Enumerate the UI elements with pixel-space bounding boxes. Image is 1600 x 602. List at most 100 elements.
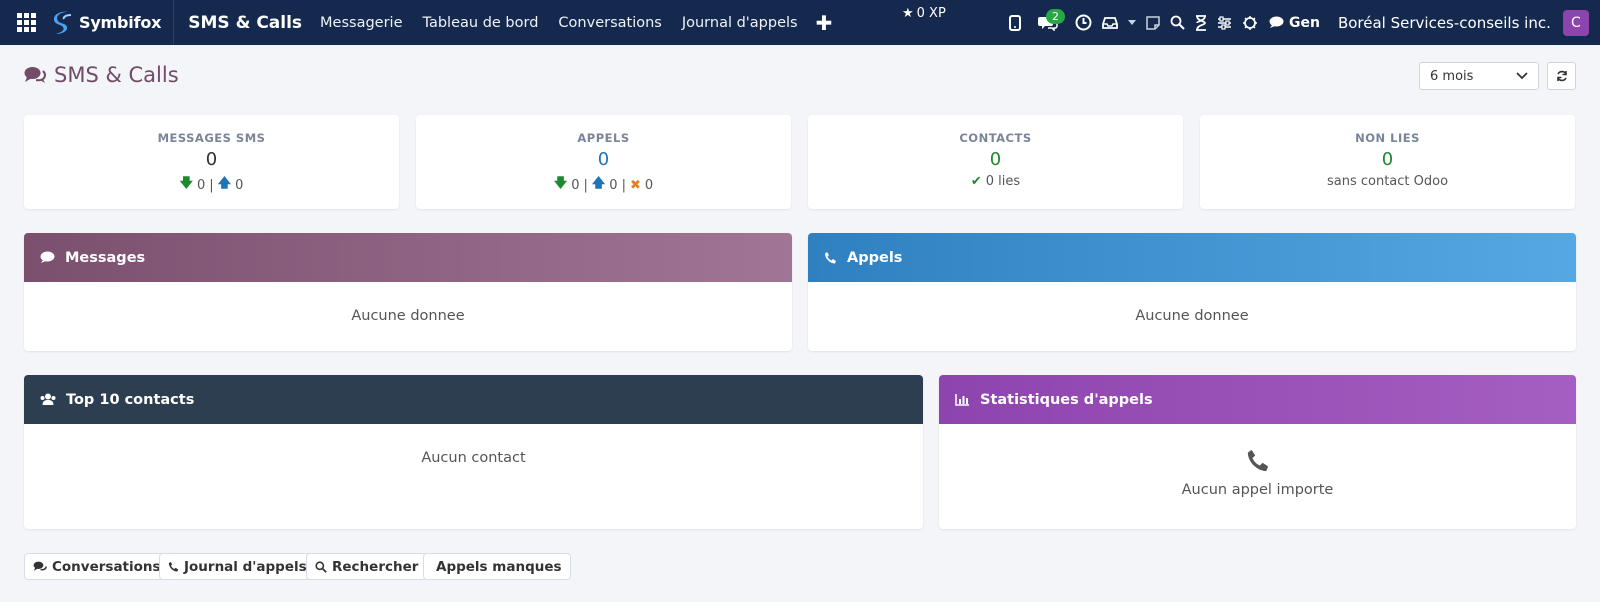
- calls-out-count: 0: [609, 177, 618, 193]
- arrow-up-icon: 🡅: [217, 176, 232, 191]
- comments-icon: [24, 67, 46, 83]
- xp-value: 0 XP: [916, 6, 946, 21]
- stat-value: 0: [989, 149, 1002, 170]
- chat-icon[interactable]: 2: [1031, 0, 1065, 45]
- stat-label: CONTACTS: [959, 131, 1032, 145]
- journal-appels-button[interactable]: Journal d'appels: [159, 553, 316, 580]
- arrow-down-icon: 🡇: [179, 176, 194, 191]
- chevron-down-icon: [1516, 72, 1528, 80]
- search-icon[interactable]: [1170, 0, 1185, 45]
- calls-in-count: 0: [571, 177, 580, 193]
- messages-panel: Messages Aucune donnee: [24, 233, 792, 351]
- bug-icon[interactable]: [1242, 0, 1258, 45]
- inbox-icon[interactable]: [1102, 0, 1118, 45]
- hourglass-icon[interactable]: [1195, 0, 1207, 45]
- messages-empty-text: Aucune donnee: [351, 308, 465, 324]
- menu-conversations[interactable]: Conversations: [558, 15, 661, 31]
- stat-card-messages-sms: MESSAGES SMS 0 🡇 0 | 🡅 0: [24, 115, 399, 209]
- sms-out-count: 0: [235, 177, 244, 193]
- contacts-linked: 0 lies: [985, 174, 1021, 189]
- stat-sub: 🡇 0 | 🡅 0 | ✖ 0: [416, 174, 791, 196]
- stat-value: 0: [205, 149, 218, 170]
- call-stats-empty-text: Aucun appel importe: [1181, 482, 1334, 498]
- page-title: SMS & Calls: [24, 63, 179, 87]
- stat-label: NON LIES: [1355, 131, 1420, 145]
- brand-logo[interactable]: Symbifox: [52, 0, 175, 45]
- note-icon[interactable]: [1146, 0, 1160, 45]
- search-icon: [315, 560, 327, 573]
- comment-icon: [1269, 16, 1284, 28]
- app-title[interactable]: SMS & Calls: [188, 13, 302, 33]
- stat-label: MESSAGES SMS: [157, 131, 266, 145]
- rechercher-button-label: Rechercher: [332, 558, 419, 575]
- clock-icon[interactable]: [1075, 0, 1092, 45]
- stat-sub: 🡇 0 | 🡅 0: [24, 174, 399, 196]
- chat-badge: 2: [1046, 9, 1065, 24]
- star-icon: ★: [902, 6, 914, 21]
- stat-value: 0: [597, 149, 610, 170]
- arrow-up-icon: 🡅: [591, 176, 606, 191]
- phone-icon: [168, 561, 179, 572]
- phone-icon: [1247, 449, 1268, 472]
- call-stats-panel: Statistiques d'appels Aucun appel import…: [939, 375, 1576, 529]
- caret-down-icon[interactable]: [1128, 0, 1136, 45]
- appels-panel-title: Appels: [847, 249, 903, 266]
- top-contacts-empty-text: Aucun contact: [421, 450, 526, 466]
- top-contacts-panel-header: Top 10 contacts: [24, 375, 923, 424]
- users-icon: [40, 393, 56, 405]
- times-icon: ✖: [629, 177, 641, 193]
- messages-panel-title: Messages: [65, 249, 146, 266]
- menu-tableau-de-bord[interactable]: Tableau de bord: [423, 15, 539, 31]
- period-value: 6 mois: [1430, 68, 1474, 84]
- mobile-icon[interactable]: [1009, 0, 1021, 45]
- appels-panel: Appels Aucune donnee: [808, 233, 1576, 351]
- appels-manques-button[interactable]: Appels manques: [423, 553, 571, 580]
- systray: 2 Gen Boréal Services-conseils inc. C: [1004, 0, 1589, 45]
- appels-panel-header: Appels: [808, 233, 1576, 282]
- user-avatar[interactable]: C: [1562, 9, 1589, 36]
- stat-sub: ✔ 0 lies: [808, 174, 1183, 189]
- phone-icon: [825, 252, 836, 264]
- menu-messagerie[interactable]: Messagerie: [320, 15, 402, 31]
- appels-empty-text: Aucune donnee: [1135, 308, 1249, 324]
- apps-grid-icon[interactable]: [0, 0, 52, 45]
- top-contacts-panel: Top 10 contacts Aucun contact: [24, 375, 923, 529]
- bar-chart-icon: [955, 394, 969, 406]
- stat-card-contacts: CONTACTS 0 ✔ 0 lies: [808, 115, 1183, 209]
- company-switcher[interactable]: Boréal Services-conseils inc.: [1338, 14, 1551, 32]
- conversations-button[interactable]: Conversations: [24, 553, 170, 580]
- messages-panel-header: Messages: [24, 233, 792, 282]
- brand-name: Symbifox: [79, 13, 162, 32]
- stat-label: APPELS: [577, 131, 630, 145]
- call-stats-body: Aucun appel importe: [939, 424, 1576, 498]
- comment-icon: [40, 251, 55, 263]
- gen-assistant[interactable]: Gen: [1269, 15, 1320, 31]
- gen-label: Gen: [1289, 14, 1320, 31]
- top-contacts-panel-title: Top 10 contacts: [66, 391, 195, 408]
- check-icon: ✔: [970, 174, 982, 189]
- arrow-down-icon: 🡇: [553, 176, 568, 191]
- stat-sub: sans contact Odoo: [1326, 174, 1449, 189]
- top-navbar: Symbifox SMS & Calls Messagerie Tableau …: [0, 0, 1600, 45]
- conversations-button-label: Conversations: [52, 558, 161, 575]
- comments-icon: [33, 561, 47, 571]
- call-stats-panel-title: Statistiques d'appels: [980, 391, 1153, 408]
- journal-appels-button-label: Journal d'appels: [184, 558, 307, 575]
- stat-value: 0: [1381, 149, 1394, 170]
- stat-card-appels: APPELS 0 🡇 0 | 🡅 0 | ✖ 0: [416, 115, 791, 209]
- calls-missed-count: 0: [644, 177, 654, 193]
- call-stats-panel-header: Statistiques d'appels: [939, 375, 1576, 424]
- refresh-icon: [1556, 70, 1567, 82]
- appels-manques-button-label: Appels manques: [436, 558, 562, 575]
- symbifox-logo-icon: [54, 11, 72, 34]
- xp-indicator[interactable]: ★ 0 XP: [902, 6, 946, 21]
- period-select[interactable]: 6 mois: [1419, 62, 1539, 90]
- rechercher-button[interactable]: Rechercher: [306, 553, 428, 580]
- refresh-button[interactable]: [1547, 62, 1576, 90]
- stat-card-non-lies: NON LIES 0 sans contact Odoo: [1200, 115, 1575, 209]
- menu-journal-appels[interactable]: Journal d'appels: [682, 15, 798, 31]
- page-title-text: SMS & Calls: [54, 63, 179, 87]
- sms-in-count: 0: [197, 177, 206, 193]
- sliders-icon[interactable]: [1217, 0, 1232, 45]
- add-menu-icon[interactable]: ✚: [816, 11, 833, 35]
